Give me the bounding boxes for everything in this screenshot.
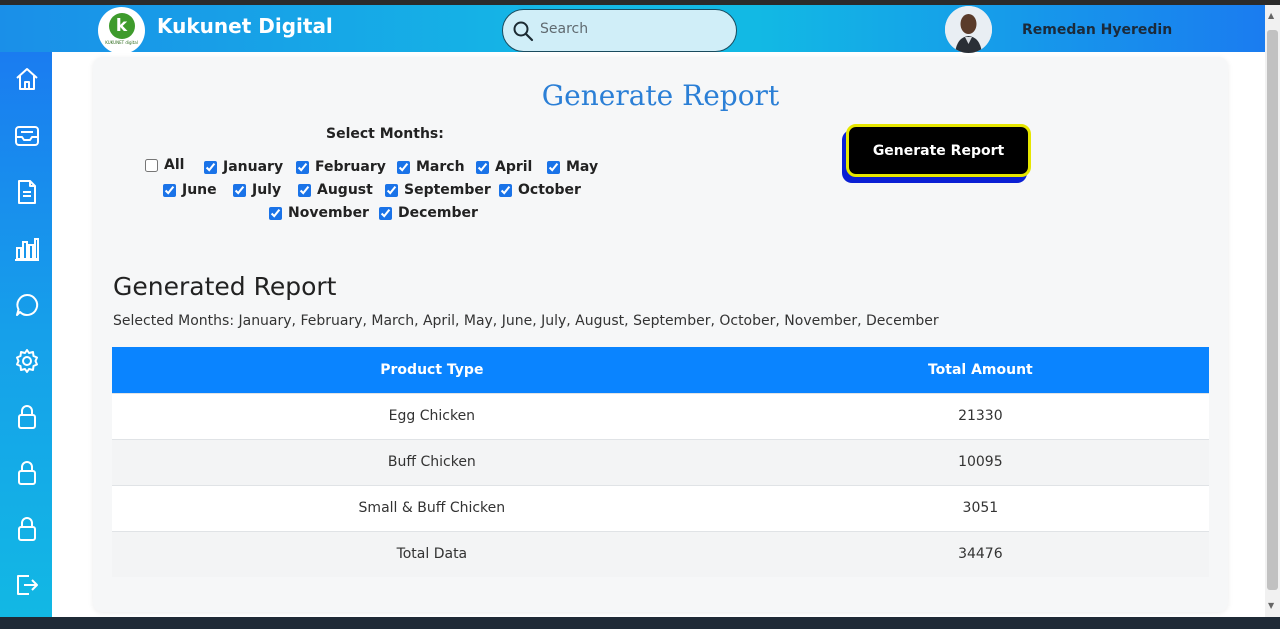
- month-checkbox-all[interactable]: All: [145, 156, 184, 174]
- amount-cell: 3051: [751, 484, 1209, 531]
- gear-icon[interactable]: [14, 348, 40, 374]
- os-taskbar: [0, 617, 1280, 629]
- brand-name: Kukunet Digital: [157, 14, 333, 38]
- checkbox[interactable]: [204, 160, 217, 174]
- checkbox[interactable]: [269, 206, 282, 220]
- month-checkbox-february[interactable]: February: [296, 158, 386, 176]
- brand-logo[interactable]: k KUKUNET digital: [98, 7, 145, 54]
- column-header-product-type[interactable]: Product Type: [112, 347, 752, 393]
- checkbox[interactable]: [233, 183, 246, 197]
- sidebar: [0, 52, 52, 617]
- report-table: Product Type Total Amount Egg Chicken 21…: [112, 347, 1209, 577]
- amount-cell: 21330: [751, 392, 1209, 439]
- checkbox[interactable]: [145, 158, 158, 172]
- lock-icon[interactable]: [14, 404, 40, 430]
- checkbox[interactable]: [379, 206, 392, 220]
- checkbox[interactable]: [397, 160, 410, 174]
- select-months-label: Select Months:: [326, 126, 444, 142]
- product-cell: Egg Chicken: [112, 392, 752, 439]
- table-row: Total Data 34476: [112, 530, 1209, 577]
- report-card: Generate Report Select Months: All Janua…: [93, 57, 1228, 612]
- checkbox[interactable]: [499, 183, 512, 197]
- month-checkbox-november[interactable]: November: [269, 204, 369, 222]
- scroll-down-arrow-icon[interactable]: ▼: [1268, 601, 1274, 610]
- logout-icon[interactable]: [14, 572, 40, 598]
- inbox-icon[interactable]: [14, 123, 40, 149]
- month-checkbox-april[interactable]: April: [476, 158, 532, 176]
- generate-report-button[interactable]: Generate Report: [846, 124, 1031, 177]
- column-header-total-amount[interactable]: Total Amount: [751, 347, 1209, 393]
- table-row: Buff Chicken 10095: [112, 438, 1209, 485]
- generated-report-heading: Generated Report: [113, 272, 337, 301]
- month-checkbox-july[interactable]: July: [233, 181, 281, 199]
- checkbox[interactable]: [163, 183, 176, 197]
- month-checkbox-october[interactable]: October: [499, 181, 581, 199]
- checkbox[interactable]: [385, 183, 398, 197]
- search-input[interactable]: [540, 21, 725, 37]
- product-cell: Total Data: [112, 530, 752, 577]
- user-avatar[interactable]: [945, 6, 992, 53]
- product-cell: Small & Buff Chicken: [112, 484, 752, 531]
- checkbox[interactable]: [298, 183, 311, 197]
- top-header: k KUKUNET digital Kukunet Digital Remeda…: [0, 5, 1265, 54]
- search-box[interactable]: [502, 9, 737, 52]
- month-checkbox-may[interactable]: May: [547, 158, 598, 176]
- month-checkbox-march[interactable]: March: [397, 158, 465, 176]
- table-row: Small & Buff Chicken 3051: [112, 484, 1209, 531]
- amount-cell: 34476: [751, 530, 1209, 577]
- page-title: Generate Report: [541, 79, 780, 112]
- chat-icon[interactable]: [14, 292, 40, 318]
- product-cell: Buff Chicken: [112, 438, 752, 485]
- lock-icon[interactable]: [14, 516, 40, 542]
- vertical-scrollbar[interactable]: ▲ ▼: [1265, 5, 1280, 617]
- selected-months-text: Selected Months: January, February, Marc…: [113, 313, 939, 329]
- lock-icon[interactable]: [14, 460, 40, 486]
- month-checkbox-september[interactable]: September: [385, 181, 491, 199]
- search-icon: [513, 21, 534, 42]
- month-checkbox-january[interactable]: January: [204, 158, 283, 176]
- avatar-person-icon: [945, 6, 992, 53]
- logo-k-icon: k: [108, 12, 135, 39]
- scroll-thumb[interactable]: [1267, 30, 1278, 590]
- month-checkbox-june[interactable]: June: [163, 181, 217, 199]
- chart-icon[interactable]: [14, 236, 40, 262]
- home-icon[interactable]: [14, 66, 40, 92]
- checkbox[interactable]: [547, 160, 560, 174]
- table-header-row: Product Type Total Amount: [112, 347, 1209, 393]
- user-name[interactable]: Remedan Hyeredin: [1022, 22, 1172, 38]
- amount-cell: 10095: [751, 438, 1209, 485]
- month-checkbox-august[interactable]: August: [298, 181, 373, 199]
- month-checkbox-december[interactable]: December: [379, 204, 478, 222]
- table-row: Egg Chicken 21330: [112, 392, 1209, 439]
- document-icon[interactable]: [14, 179, 40, 205]
- checkbox[interactable]: [476, 160, 489, 174]
- scroll-up-arrow-icon[interactable]: ▲: [1268, 11, 1274, 20]
- checkbox[interactable]: [296, 160, 309, 174]
- logo-text: KUKUNET digital: [105, 39, 138, 45]
